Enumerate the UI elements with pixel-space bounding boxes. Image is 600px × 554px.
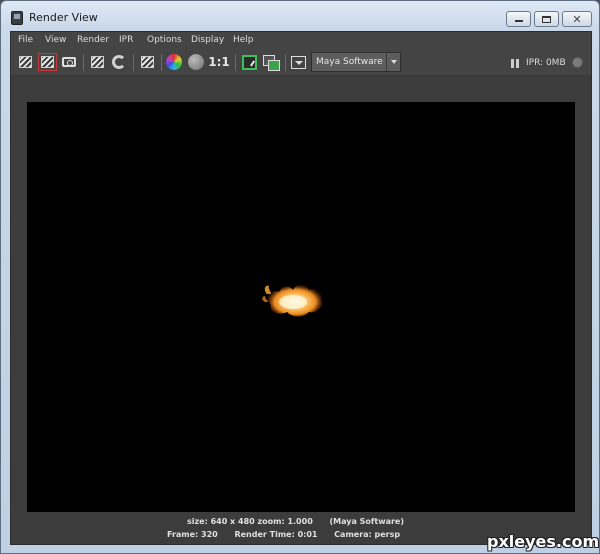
watermark-logo: pxleyes.com <box>487 532 600 551</box>
minimize-button[interactable] <box>506 11 531 27</box>
render-viewport[interactable]: size: 640 x 480 zoom: 1.000 (Maya Softwa… <box>11 76 591 544</box>
menu-help[interactable]: Help <box>233 35 254 45</box>
maximize-button[interactable] <box>534 11 559 27</box>
ipr-status-indicator <box>572 57 583 68</box>
flame-tongue <box>262 296 268 302</box>
menu-options[interactable]: Options <box>147 35 182 45</box>
menu-bar: File View Render IPR Options Display Hel… <box>11 32 591 50</box>
remove-image-icon <box>263 55 280 71</box>
render-view-client: File View Render IPR Options Display Hel… <box>10 31 592 545</box>
render-frame-info: Frame: 320 Render Time: 0:01 Camera: per… <box>167 530 401 539</box>
flame-core <box>279 295 307 309</box>
snapshot-button[interactable] <box>59 52 79 72</box>
minimize-icon <box>514 20 523 22</box>
menu-ipr[interactable]: IPR <box>119 35 133 45</box>
rgb-channel-button[interactable] <box>164 52 184 72</box>
pause-ipr-icon[interactable] <box>511 59 519 68</box>
render-clapper-icon <box>18 56 32 68</box>
toolbar-separator <box>285 54 286 71</box>
toolbar-separator <box>133 54 134 71</box>
renderer-value: Maya Software <box>316 57 383 67</box>
renderer-options-button[interactable] <box>288 52 308 72</box>
real-size-button[interactable]: 1:1 <box>207 52 231 72</box>
render-view-window: Render View ✕ File View Render IPR Optio… <box>0 0 600 554</box>
ipr-memory-status: IPR: 0MB <box>526 58 566 68</box>
maya-app-icon <box>11 11 23 25</box>
menu-render[interactable]: Render <box>77 35 109 45</box>
alpha-channel-button[interactable] <box>186 52 206 72</box>
toolbar-separator <box>83 54 84 71</box>
fire-render <box>262 284 323 317</box>
refresh-ipr-button[interactable] <box>109 52 129 72</box>
alpha-channel-icon <box>188 54 204 70</box>
render-size-info: size: 640 x 480 zoom: 1.000 (Maya Softwa… <box>187 517 405 526</box>
render-toolbar: 1:1 Maya Software IPR: 0MB <box>11 50 591 76</box>
flame-tongue <box>264 285 271 294</box>
renderer-dropdown[interactable]: Maya Software <box>311 52 401 72</box>
ipr-render-button[interactable] <box>87 52 107 72</box>
rgb-channel-icon <box>166 54 182 70</box>
toolbar-separator <box>235 54 236 71</box>
ipr-render-icon <box>90 56 104 68</box>
rendered-image[interactable] <box>27 102 575 512</box>
chevron-down-icon <box>386 53 400 71</box>
render-settings-icon <box>140 56 154 68</box>
menu-view[interactable]: View <box>45 35 66 45</box>
menu-file[interactable]: File <box>18 35 33 45</box>
toolbar-separator <box>161 54 162 71</box>
remove-image-button[interactable] <box>261 52 281 72</box>
maximize-icon <box>542 15 551 23</box>
window-title: Render View <box>29 11 98 24</box>
refresh-icon <box>112 55 126 69</box>
render-frame-button[interactable] <box>15 52 35 72</box>
keep-image-icon <box>241 54 257 70</box>
snapshot-camera-icon <box>62 57 76 67</box>
render-region-button[interactable] <box>37 52 57 72</box>
render-region-icon <box>37 53 57 71</box>
title-bar[interactable]: Render View ✕ <box>1 1 599 31</box>
close-icon: ✕ <box>572 12 582 26</box>
renderer-options-icon <box>290 55 306 69</box>
close-button[interactable]: ✕ <box>562 11 592 27</box>
keep-image-button[interactable] <box>239 52 259 72</box>
menu-display[interactable]: Display <box>191 35 224 45</box>
render-settings-button[interactable] <box>137 52 157 72</box>
